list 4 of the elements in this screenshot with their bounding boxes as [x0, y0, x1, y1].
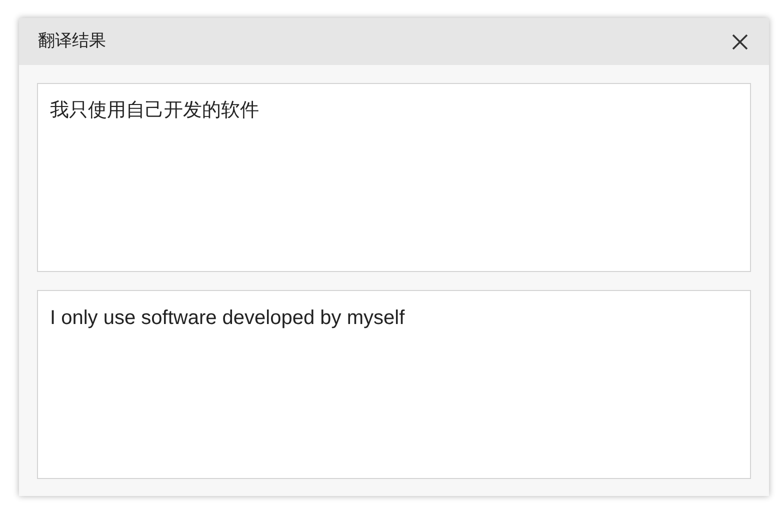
translation-text-box[interactable]: I only use software developed by myself [37, 290, 751, 479]
dialog-title: 翻译结果 [38, 30, 106, 53]
close-icon[interactable] [731, 32, 749, 50]
source-text-box[interactable]: 我只使用自己开发的软件 [37, 83, 751, 272]
